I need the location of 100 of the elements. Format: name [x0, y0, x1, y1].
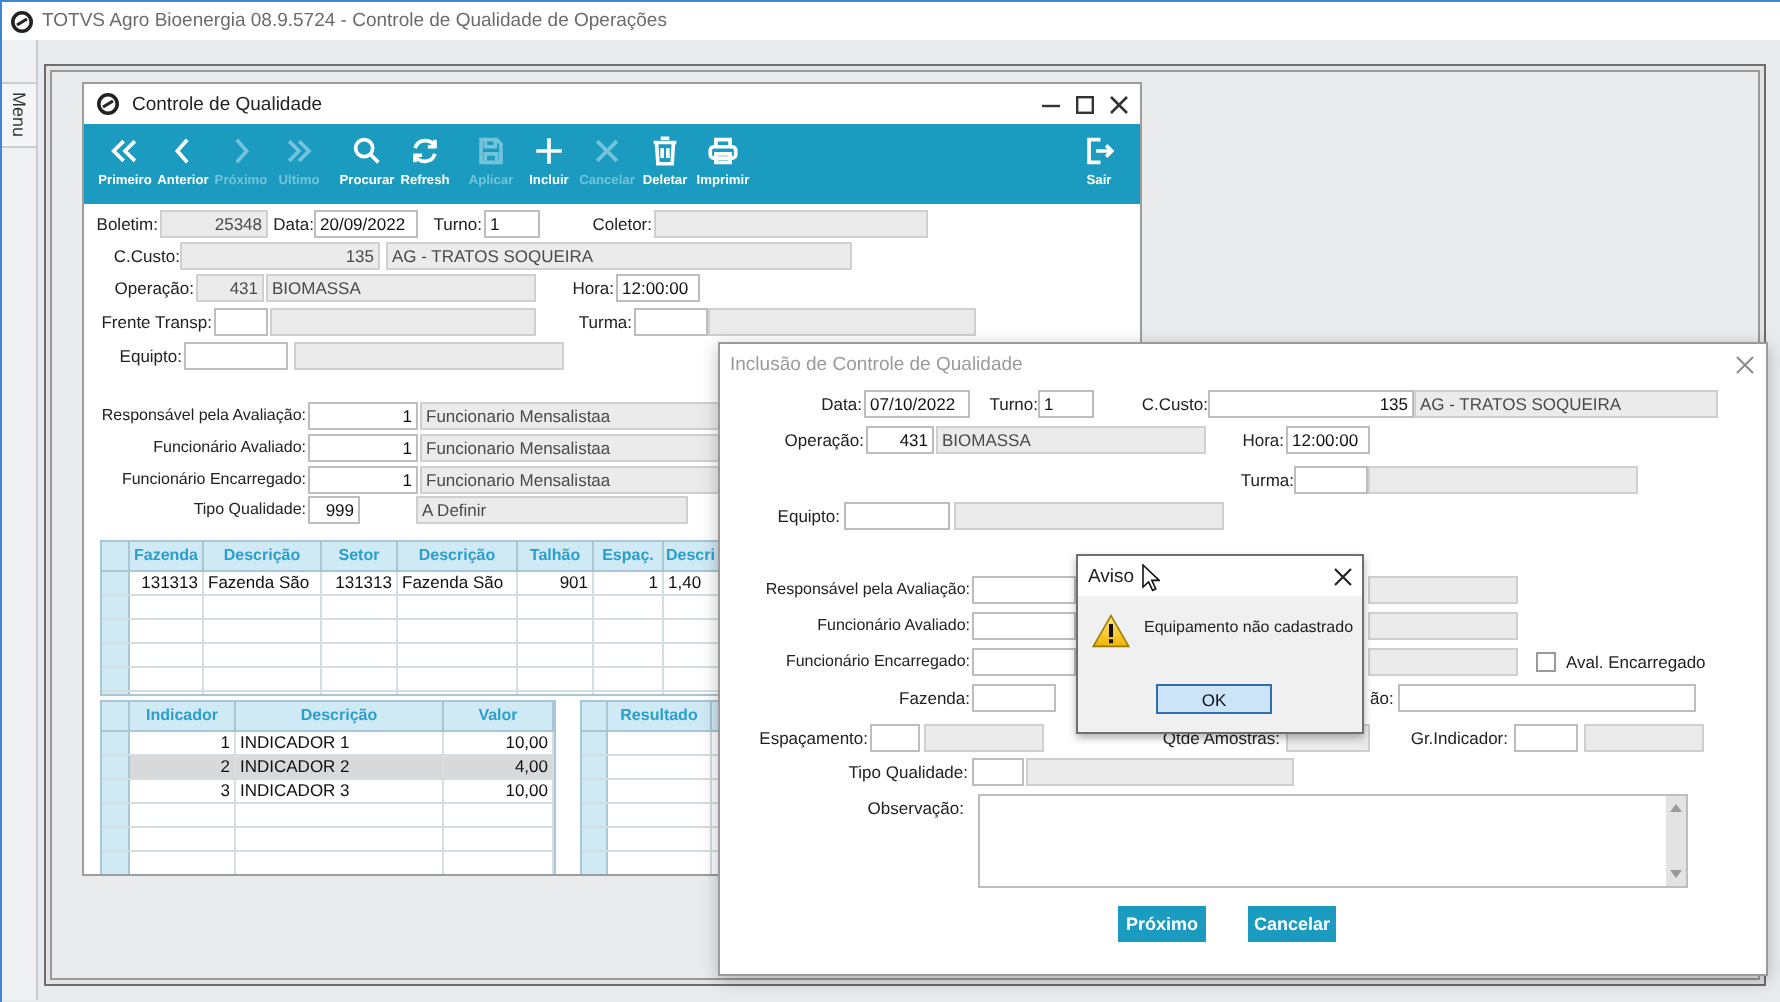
- input-field[interactable]: [1294, 466, 1368, 494]
- input-field[interactable]: [654, 210, 928, 238]
- ok-button[interactable]: OK: [1156, 684, 1272, 714]
- row-selector[interactable]: [582, 756, 608, 778]
- input-field[interactable]: [924, 724, 1044, 752]
- field-label: Hora:: [570, 276, 614, 302]
- field-label: Tipo Qualidade:: [846, 760, 968, 786]
- input-field[interactable]: 07/10/2022: [864, 390, 970, 418]
- field-label: ão:: [1370, 686, 1396, 712]
- table-cell: 10,00: [444, 732, 554, 754]
- input-field[interactable]: [294, 342, 564, 370]
- input-field[interactable]: 25348: [160, 210, 268, 238]
- maximize-icon[interactable]: [1076, 95, 1094, 113]
- input-field[interactable]: [1368, 466, 1638, 494]
- text-area[interactable]: [978, 794, 1688, 888]
- row-selector[interactable]: [102, 828, 130, 850]
- field-label: Turno:: [987, 392, 1038, 418]
- row-selector[interactable]: [102, 620, 130, 642]
- input-field[interactable]: [972, 648, 1076, 676]
- input-field[interactable]: [972, 758, 1024, 786]
- input-field[interactable]: [1368, 648, 1518, 676]
- input-field[interactable]: 1: [308, 434, 418, 462]
- input-field[interactable]: [1368, 612, 1518, 640]
- column-header: Indicador: [130, 702, 236, 730]
- input-field[interactable]: [214, 308, 268, 336]
- table-row[interactable]: 2 INDICADOR 2 4,00: [102, 756, 554, 780]
- row-selector[interactable]: [102, 732, 130, 754]
- input-field[interactable]: [954, 502, 1224, 530]
- field-label: Boletim:: [94, 212, 158, 238]
- close-icon[interactable]: [1110, 95, 1128, 113]
- field-label: Observação:: [865, 796, 964, 822]
- menu-tab[interactable]: Menu: [2, 82, 36, 148]
- input-field[interactable]: [844, 502, 950, 530]
- input-field[interactable]: [1398, 684, 1696, 712]
- input-field[interactable]: [1584, 724, 1704, 752]
- input-field[interactable]: [1514, 724, 1578, 752]
- input-field[interactable]: 12:00:00: [1286, 426, 1370, 454]
- input-field[interactable]: [972, 576, 1076, 604]
- dialog-title: Inclusão de Controle de Qualidade: [730, 353, 1023, 375]
- input-field[interactable]: [270, 308, 536, 336]
- input-field[interactable]: 135: [180, 242, 380, 270]
- input-field[interactable]: [1368, 576, 1518, 604]
- input-field[interactable]: Funcionario Mensalistaa: [420, 434, 720, 462]
- data-grid[interactable]: Indicador Descrição Valor 1 INDICADOR 1 10,00 2 INDICADOR 2 4,00 3 INDICADOR 3 10,00: [100, 700, 556, 874]
- input-field[interactable]: BIOMASSA: [266, 274, 536, 302]
- warning-icon: [1092, 614, 1130, 648]
- input-field[interactable]: 1: [308, 402, 418, 430]
- input-field[interactable]: 1: [1038, 390, 1094, 418]
- row-selector[interactable]: [102, 780, 130, 802]
- input-field[interactable]: 431: [196, 274, 264, 302]
- row-selector[interactable]: [582, 780, 608, 802]
- row-selector[interactable]: [102, 572, 130, 594]
- input-field[interactable]: 20/09/2022: [314, 210, 418, 238]
- data-grid[interactable]: Fazenda Descrição Setor Descrição Talhão Espaç. Descri 131313 Fazenda São 131313 Fazenda São 901 1 1,40: [100, 540, 724, 696]
- row-selector[interactable]: [102, 756, 130, 778]
- row-selector[interactable]: [102, 852, 130, 874]
- row-selector[interactable]: [102, 668, 130, 690]
- input-field[interactable]: [972, 612, 1076, 640]
- table-row[interactable]: 3 INDICADOR 3 10,00: [102, 780, 554, 804]
- table-cell: Fazenda São: [398, 572, 518, 594]
- input-field[interactable]: 431: [866, 426, 934, 454]
- row-selector[interactable]: [102, 596, 130, 618]
- field-label: Responsável pela Avaliação:: [763, 578, 970, 602]
- scrollbar[interactable]: [1666, 796, 1686, 886]
- logo-icon: [10, 9, 34, 33]
- input-field[interactable]: [708, 308, 976, 336]
- field-label: Tipo Qualidade:: [191, 498, 306, 522]
- input-field[interactable]: [870, 724, 920, 752]
- input-field[interactable]: AG - TRATOS SOQUEIRA: [386, 242, 852, 270]
- input-field[interactable]: 1: [308, 466, 418, 494]
- input-field[interactable]: [972, 684, 1056, 712]
- input-field[interactable]: 135: [1208, 390, 1414, 418]
- row-selector[interactable]: [102, 644, 130, 666]
- input-field[interactable]: Funcionario Mensalistaa: [420, 402, 720, 430]
- input-field[interactable]: 12:00:00: [616, 274, 700, 302]
- table-row[interactable]: 131313 Fazenda São 131313 Fazenda São 901 1 1,40: [102, 572, 722, 596]
- input-field[interactable]: AG - TRATOS SOQUEIRA: [1414, 390, 1718, 418]
- double-chevron-right-icon: [282, 134, 316, 168]
- close-icon[interactable]: [1334, 567, 1352, 585]
- checkbox[interactable]: [1536, 652, 1556, 672]
- row-selector[interactable]: [582, 732, 608, 754]
- input-field[interactable]: BIOMASSA: [936, 426, 1206, 454]
- row-selector[interactable]: [582, 804, 608, 826]
- field-label: Coletor:: [590, 212, 652, 238]
- column-header: Descrição: [398, 542, 518, 570]
- input-field[interactable]: [184, 342, 288, 370]
- table-cell: 1: [594, 572, 664, 594]
- row-selector[interactable]: [102, 804, 130, 826]
- input-field[interactable]: Funcionario Mensalistaa: [420, 466, 720, 494]
- row-selector[interactable]: [582, 828, 608, 850]
- row-selector[interactable]: [582, 852, 608, 874]
- exit-icon: [1082, 134, 1116, 168]
- field-label: Operação:: [782, 428, 864, 454]
- input-field[interactable]: [1026, 758, 1294, 786]
- table-row[interactable]: 1 INDICADOR 1 10,00: [102, 732, 554, 756]
- input-field[interactable]: [634, 308, 708, 336]
- input-field[interactable]: 1: [484, 210, 540, 238]
- input-field[interactable]: A Definir: [416, 496, 688, 524]
- input-field[interactable]: 999: [308, 496, 360, 524]
- field-label: Data:: [819, 392, 862, 418]
